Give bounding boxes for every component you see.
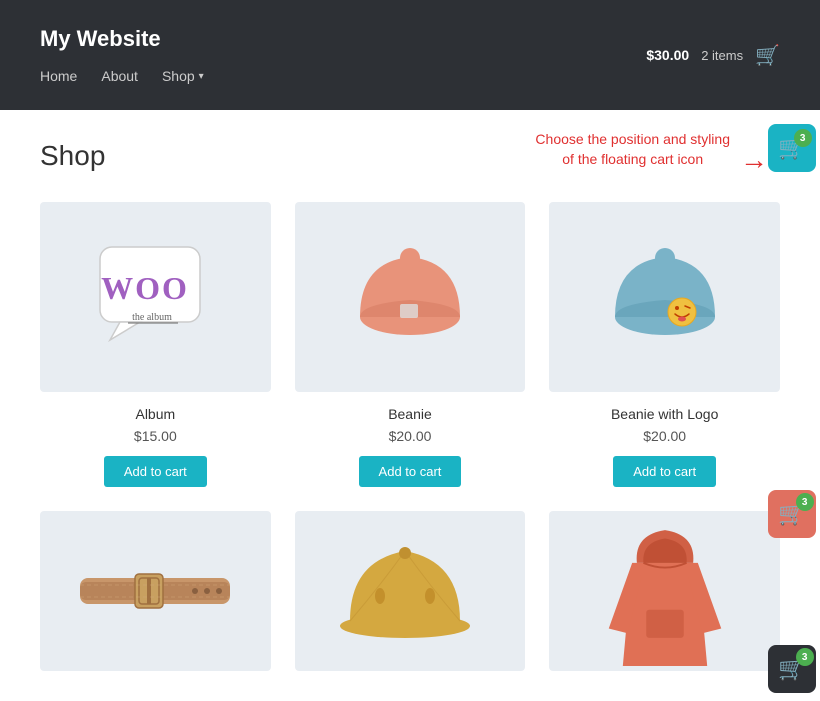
album-illustration: WOO the album	[90, 232, 220, 362]
product-image-hoodie	[549, 511, 780, 671]
header-right: $30.00 2 items 🛒	[646, 43, 780, 68]
product-card-beanie: Beanie $20.00 Add to cart	[295, 202, 526, 487]
svg-text:the album: the album	[132, 312, 172, 323]
product-grid: WOO the album Album $15.00 Add to cart	[40, 202, 780, 487]
product-grid-bottom	[40, 511, 780, 671]
svg-text:WOO: WOO	[101, 270, 189, 306]
cart-icon[interactable]: 🛒	[755, 43, 780, 68]
page-title: Shop	[40, 140, 780, 172]
product-name-beanie-logo: Beanie with Logo	[549, 406, 780, 422]
floating-cart-salmon[interactable]: 3 🛒	[768, 490, 816, 538]
beanie-blue-illustration	[600, 222, 730, 372]
cart-items-count: 2 items	[701, 48, 743, 63]
beanie-red-illustration	[345, 222, 475, 372]
product-image-cap	[295, 511, 526, 671]
cart-badge-dark: 3	[796, 648, 814, 666]
product-price-album: $15.00	[40, 428, 271, 444]
product-card-beanie-logo: Beanie with Logo $20.00 Add to cart	[549, 202, 780, 487]
product-image-album: WOO the album	[40, 202, 271, 392]
floating-cart-teal[interactable]: 3 🛒	[768, 124, 816, 172]
product-card-belt	[40, 511, 271, 671]
cart-total: $30.00	[646, 47, 689, 63]
product-price-beanie: $20.00	[295, 428, 526, 444]
main-content: Shop Choose the position and styling of …	[0, 110, 820, 701]
add-to-cart-beanie[interactable]: Add to cart	[359, 456, 462, 487]
product-card-hoodie	[549, 511, 780, 671]
product-image-beanie-logo	[549, 202, 780, 392]
site-title: My Website	[40, 26, 204, 52]
add-to-cart-beanie-logo[interactable]: Add to cart	[613, 456, 716, 487]
site-header: My Website Home About Shop ▾ $30.00 2 it…	[0, 0, 820, 110]
header-left: My Website Home About Shop ▾	[40, 26, 204, 84]
cap-illustration	[340, 531, 480, 651]
nav-shop[interactable]: Shop ▾	[162, 68, 204, 84]
product-image-belt	[40, 511, 271, 671]
nav-about[interactable]: About	[101, 68, 138, 84]
product-name-album: Album	[40, 406, 271, 422]
hoodie-illustration	[600, 516, 730, 666]
cart-badge-teal: 3	[794, 129, 812, 147]
product-card-album: WOO the album Album $15.00 Add to cart	[40, 202, 271, 487]
belt-illustration	[75, 556, 235, 626]
main-nav: Home About Shop ▾	[40, 68, 204, 84]
floating-cart-dark[interactable]: 3 🛒	[768, 645, 816, 693]
product-price-beanie-logo: $20.00	[549, 428, 780, 444]
nav-home[interactable]: Home	[40, 68, 77, 84]
product-card-cap	[295, 511, 526, 671]
product-name-beanie: Beanie	[295, 406, 526, 422]
chevron-down-icon: ▾	[199, 71, 204, 82]
cart-badge-salmon: 3	[796, 493, 814, 511]
add-to-cart-album[interactable]: Add to cart	[104, 456, 207, 487]
product-image-beanie	[295, 202, 526, 392]
